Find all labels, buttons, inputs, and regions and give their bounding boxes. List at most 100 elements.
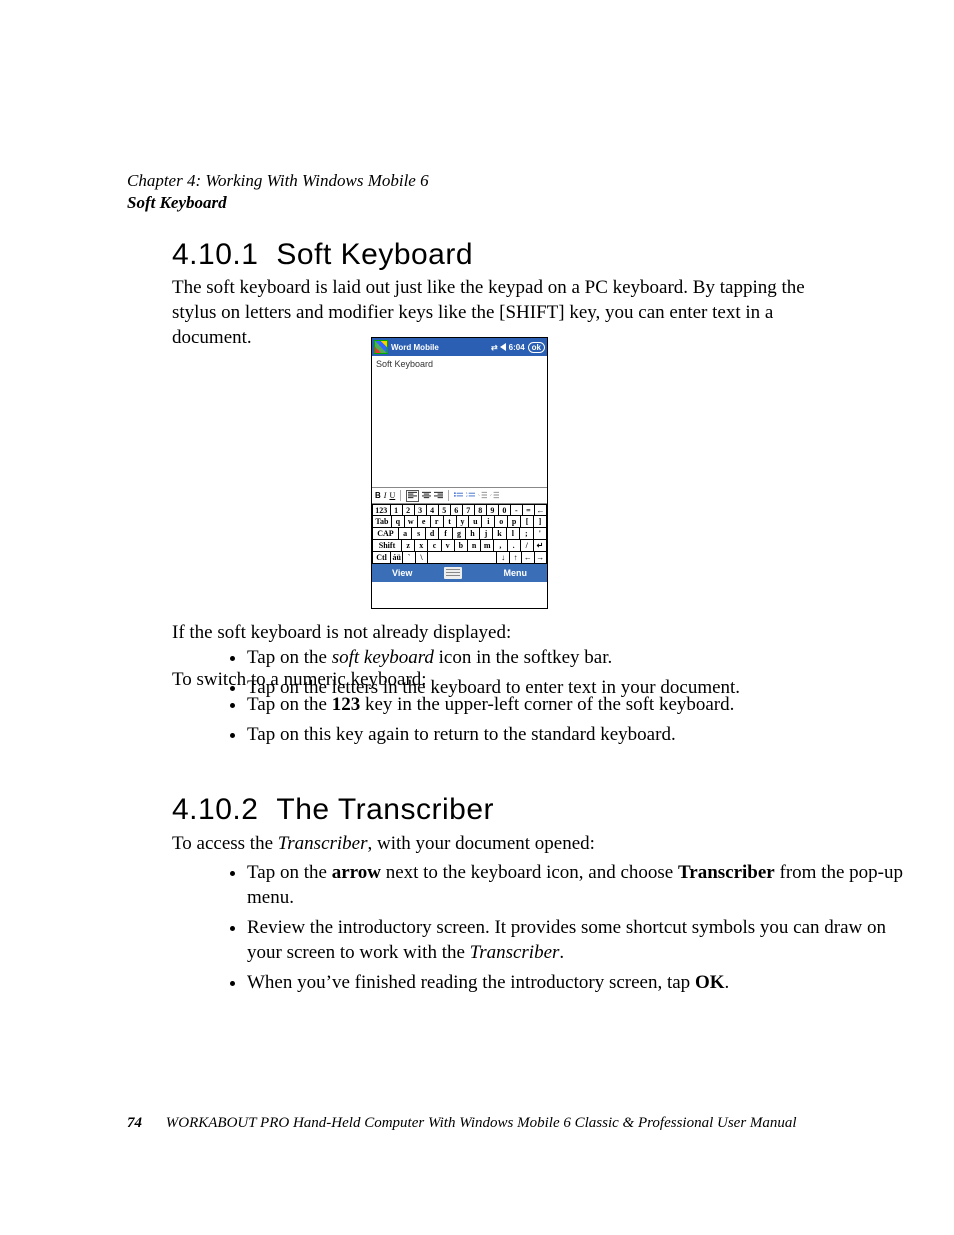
key-4[interactable]: 4 xyxy=(427,504,439,516)
bullets-icon[interactable] xyxy=(454,491,463,501)
heading-title: The Transcriber xyxy=(276,793,494,826)
key-w[interactable]: w xyxy=(405,516,418,528)
footer-text: WORKABOUT PRO Hand-Held Computer With Wi… xyxy=(166,1115,797,1131)
footer: 74 WORKABOUT PRO Hand-Held Computer With… xyxy=(127,1115,847,1132)
key-c[interactable]: c xyxy=(428,540,441,552)
chapter-line: Chapter 4: Working With Windows Mobile 6 xyxy=(127,170,429,192)
key-][interactable]: ] xyxy=(534,516,547,528)
key-↑[interactable]: ↑ xyxy=(510,552,522,564)
start-icon[interactable] xyxy=(374,340,388,354)
align-center-icon[interactable] xyxy=(422,491,431,501)
numbering-icon[interactable]: 12 xyxy=(466,491,475,501)
underline-button[interactable]: U xyxy=(389,491,395,500)
heading-transcriber: 4.10.2The Transcriber xyxy=(172,793,494,827)
document-text: Soft Keyboard xyxy=(372,356,547,372)
svg-text:2: 2 xyxy=(466,493,468,497)
key-6[interactable]: 6 xyxy=(451,504,463,516)
key-f[interactable]: f xyxy=(439,528,452,540)
key-Ctl[interactable]: Ctl xyxy=(372,552,391,564)
key-0[interactable]: 0 xyxy=(499,504,511,516)
key-d[interactable]: d xyxy=(426,528,439,540)
key-g[interactable]: g xyxy=(453,528,466,540)
key-↵[interactable]: ↵ xyxy=(534,540,547,552)
key-1[interactable]: 1 xyxy=(391,504,403,516)
key-z[interactable]: z xyxy=(402,540,415,552)
key-q[interactable]: q xyxy=(392,516,405,528)
key-←[interactable]: ← xyxy=(522,552,534,564)
key-space[interactable] xyxy=(428,552,497,564)
app-title: Word Mobile xyxy=(391,343,488,352)
key-a[interactable]: a xyxy=(399,528,412,540)
page: Chapter 4: Working With Windows Mobile 6… xyxy=(0,0,954,1235)
key-8[interactable]: 8 xyxy=(475,504,487,516)
kbd-row-3: CAPasdfghjkl;' xyxy=(372,528,547,540)
ok-button[interactable]: ok xyxy=(528,342,545,353)
key-;[interactable]: ; xyxy=(520,528,533,540)
titlebar: Word Mobile ⇄ 6:04 ok xyxy=(372,338,547,356)
key-e[interactable]: e xyxy=(418,516,431,528)
key-s[interactable]: s xyxy=(412,528,425,540)
italic-button[interactable]: I xyxy=(384,491,387,500)
key-→[interactable]: → xyxy=(535,552,547,564)
section1-switch-line: To switch to a numeric keyboard: xyxy=(172,667,832,692)
page-number: 74 xyxy=(127,1115,142,1131)
key-r[interactable]: r xyxy=(431,516,444,528)
keyboard-icon[interactable] xyxy=(444,567,462,579)
key-9[interactable]: 9 xyxy=(487,504,499,516)
key-v[interactable]: v xyxy=(442,540,455,552)
key-'[interactable]: ' xyxy=(534,528,547,540)
key-y[interactable]: y xyxy=(457,516,470,528)
key-b[interactable]: b xyxy=(455,540,468,552)
key-3[interactable]: 3 xyxy=(415,504,427,516)
soft-keyboard[interactable]: 1231234567890-=← Tabqwertyuiop[] CAPasdf… xyxy=(372,504,547,564)
key-u[interactable]: u xyxy=(469,516,482,528)
indent-icon[interactable] xyxy=(490,491,499,501)
word-mobile-screenshot: Word Mobile ⇄ 6:04 ok Soft Keyboard B I … xyxy=(371,337,548,609)
key-,[interactable]: , xyxy=(494,540,507,552)
key-=[interactable]: = xyxy=(523,504,535,516)
softkey-view[interactable]: View xyxy=(392,568,412,578)
key-↓[interactable]: ↓ xyxy=(497,552,509,564)
key-.[interactable]: . xyxy=(508,540,521,552)
volume-icon[interactable] xyxy=(500,343,506,351)
softkey-menu[interactable]: Menu xyxy=(503,568,527,578)
key-h[interactable]: h xyxy=(466,528,479,540)
bold-button[interactable]: B xyxy=(375,491,381,500)
list-item: Tap on the 123 key in the upper-left cor… xyxy=(247,692,907,717)
key-123[interactable]: 123 xyxy=(372,504,391,516)
key-p[interactable]: p xyxy=(508,516,521,528)
key-n[interactable]: n xyxy=(468,540,481,552)
key-7[interactable]: 7 xyxy=(463,504,475,516)
key-x[interactable]: x xyxy=(415,540,428,552)
key-\[interactable]: \ xyxy=(416,552,428,564)
section2-intro: To access the Transcriber, with your doc… xyxy=(172,831,832,856)
key-[[interactable]: [ xyxy=(521,516,534,528)
list-item: Review the introductory screen. It provi… xyxy=(247,915,907,965)
key-i[interactable]: i xyxy=(482,516,495,528)
document-area[interactable] xyxy=(372,372,547,487)
key-`[interactable]: ` xyxy=(403,552,415,564)
connectivity-icon[interactable]: ⇄ xyxy=(491,343,497,352)
key-2[interactable]: 2 xyxy=(403,504,415,516)
key-o[interactable]: o xyxy=(495,516,508,528)
list-item: When you’ve finished reading the introdu… xyxy=(247,970,907,995)
key-5[interactable]: 5 xyxy=(439,504,451,516)
key-áü[interactable]: áü xyxy=(391,552,403,564)
heading-number: 4.10.1 xyxy=(172,238,258,271)
align-right-icon[interactable] xyxy=(434,491,443,501)
key-j[interactable]: j xyxy=(480,528,493,540)
key-Shift[interactable]: Shift xyxy=(372,540,402,552)
outdent-icon[interactable] xyxy=(478,491,487,501)
key--[interactable]: - xyxy=(511,504,523,516)
key-←[interactable]: ← xyxy=(535,504,547,516)
key-m[interactable]: m xyxy=(481,540,494,552)
key-t[interactable]: t xyxy=(444,516,457,528)
kbd-row-4: Shiftzxcvbnm,./↵ xyxy=(372,540,547,552)
key-Tab[interactable]: Tab xyxy=(372,516,392,528)
key-CAP[interactable]: CAP xyxy=(372,528,399,540)
list-item: Tap on the arrow next to the keyboard ic… xyxy=(247,860,907,910)
align-left-icon[interactable] xyxy=(406,490,419,502)
key-l[interactable]: l xyxy=(507,528,520,540)
key-k[interactable]: k xyxy=(493,528,506,540)
key-/[interactable]: / xyxy=(521,540,534,552)
